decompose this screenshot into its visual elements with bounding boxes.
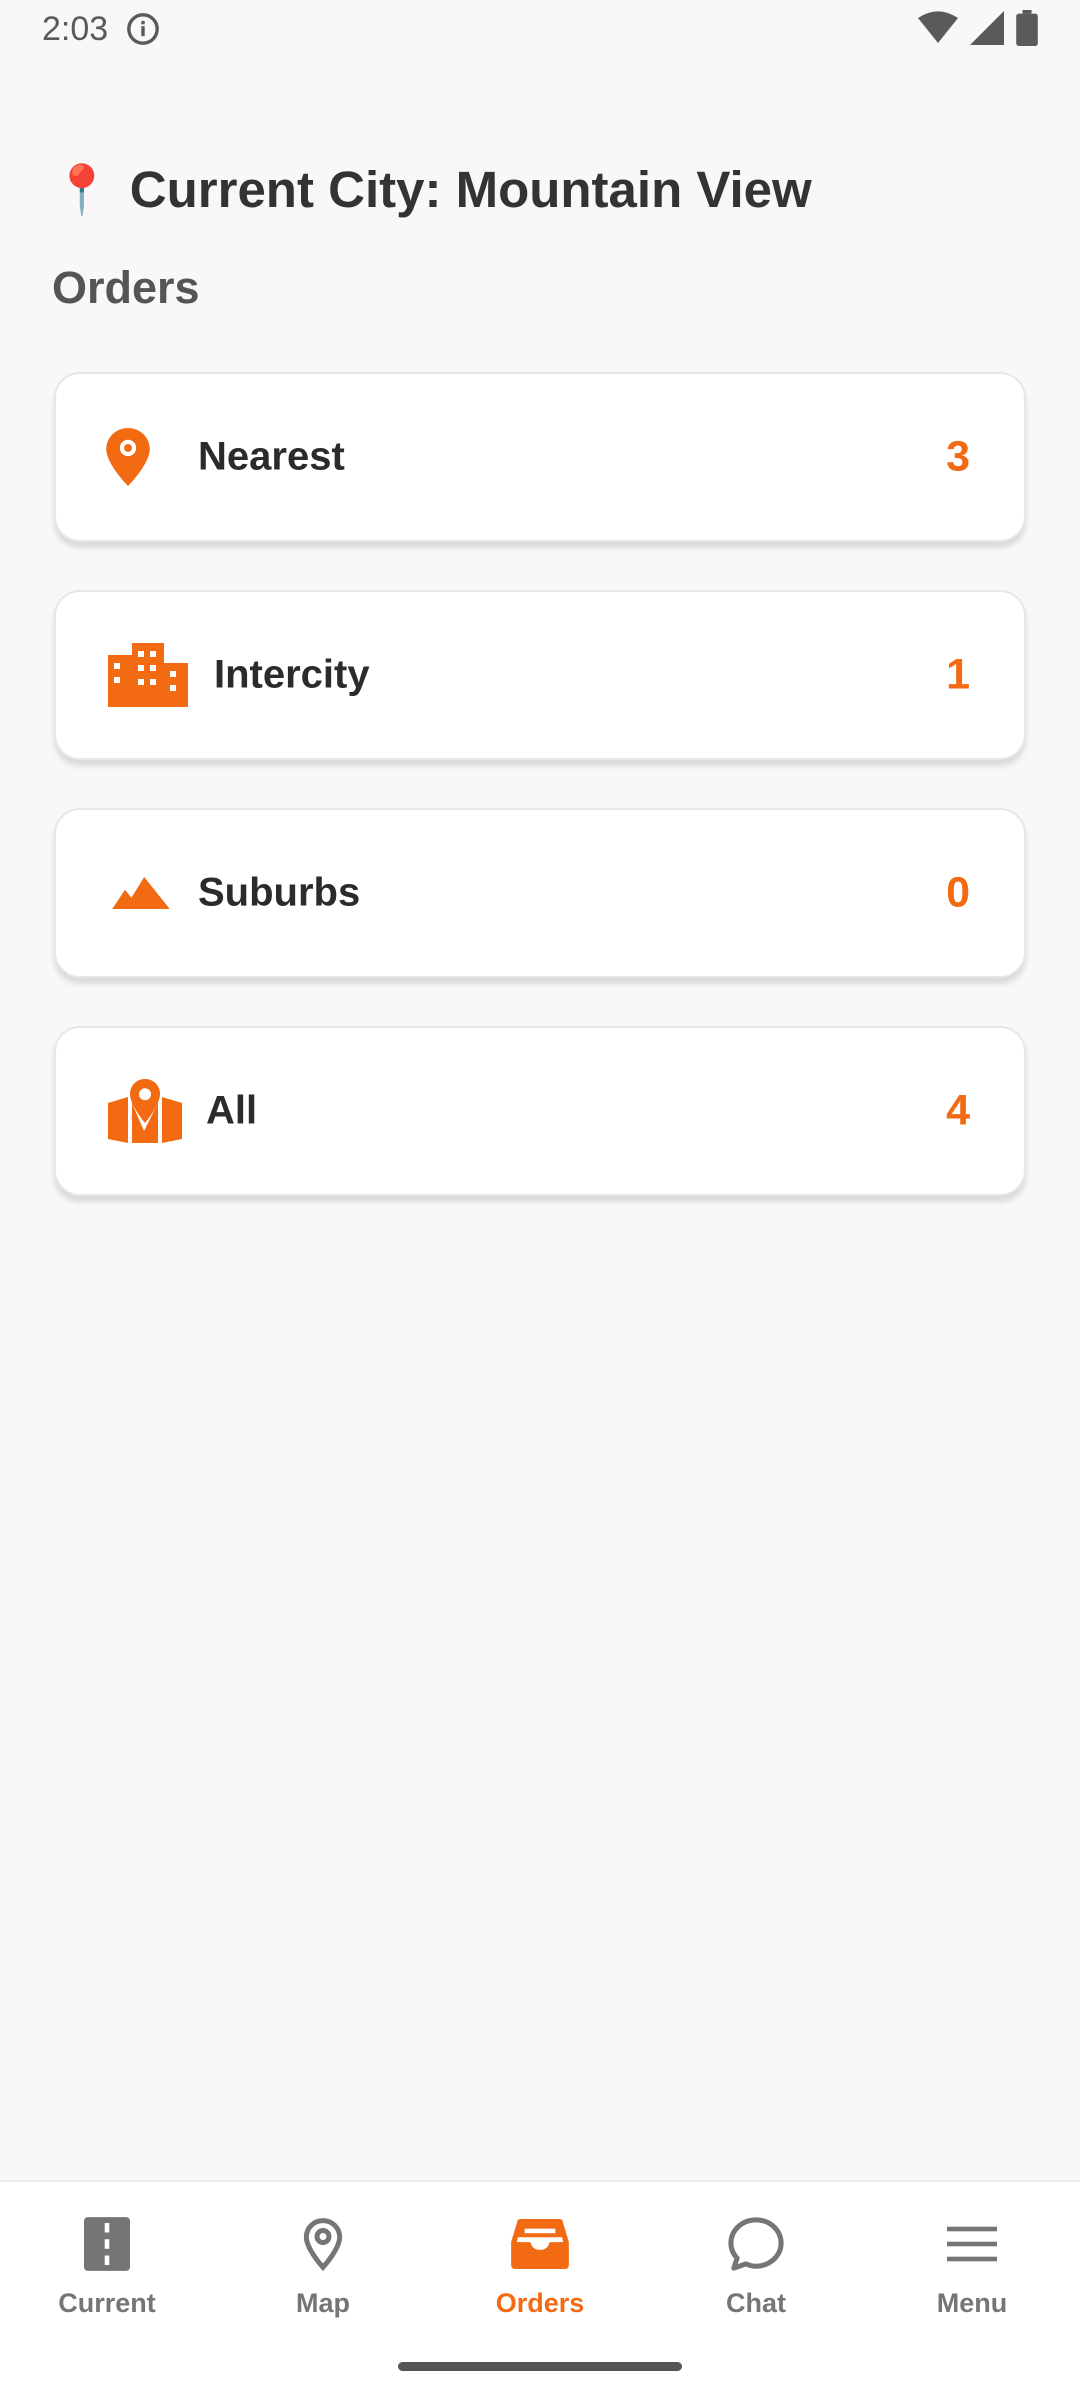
status-bar: 2:03 bbox=[0, 0, 1080, 62]
orders-heading: Orders bbox=[52, 262, 200, 313]
pushpin-icon: 📍 bbox=[52, 164, 112, 217]
road-icon bbox=[84, 2217, 130, 2271]
nav-tab-map[interactable]: Map bbox=[243, 2212, 403, 2319]
order-category-count: 1 bbox=[946, 650, 970, 699]
order-category-label: Intercity bbox=[214, 652, 370, 697]
nav-label: Orders bbox=[495, 2288, 585, 2318]
home-indicator[interactable] bbox=[398, 2362, 682, 2371]
order-category-count: 4 bbox=[946, 1086, 970, 1135]
battery-icon bbox=[1016, 10, 1038, 46]
mountains-icon bbox=[112, 877, 170, 909]
info-icon bbox=[127, 13, 159, 45]
map-pin-outline-icon bbox=[303, 2218, 343, 2271]
nav-tab-orders[interactable]: Orders bbox=[460, 2212, 620, 2319]
chat-bubble-icon bbox=[728, 2217, 784, 2271]
signal-icon bbox=[970, 11, 1004, 45]
nav-label: Menu bbox=[936, 2288, 1008, 2318]
order-categories-list: Nearest 3 Intercity 1 Suburbs 0 All 4 bbox=[54, 372, 1026, 1244]
order-category-label: Nearest bbox=[198, 434, 345, 479]
nav-label: Current bbox=[58, 2288, 156, 2318]
map-pin-icon bbox=[108, 1079, 182, 1143]
nav-tab-menu[interactable]: Menu bbox=[892, 2212, 1052, 2319]
order-category-label: All bbox=[206, 1088, 258, 1133]
order-category-intercity[interactable]: Intercity 1 bbox=[54, 590, 1026, 760]
order-category-all[interactable]: All 4 bbox=[54, 1026, 1026, 1196]
current-city-title: 📍 Current City: Mountain View bbox=[52, 160, 812, 219]
nav-tab-chat[interactable]: Chat bbox=[676, 2212, 836, 2319]
current-city-label: Current City: Mountain View bbox=[129, 161, 812, 218]
nav-label: Map bbox=[296, 2288, 350, 2318]
city-buildings-icon bbox=[108, 643, 188, 707]
inbox-tray-icon bbox=[511, 2219, 569, 2269]
hamburger-menu-icon bbox=[947, 2226, 997, 2262]
order-category-count: 0 bbox=[946, 868, 970, 917]
nav-tab-current[interactable]: Current bbox=[27, 2212, 187, 2319]
order-category-nearest[interactable]: Nearest 3 bbox=[54, 372, 1026, 542]
order-category-label: Suburbs bbox=[198, 870, 361, 915]
wifi-icon bbox=[918, 11, 958, 44]
status-time: 2:03 bbox=[42, 10, 109, 48]
order-category-count: 3 bbox=[946, 432, 970, 481]
location-pin-icon bbox=[106, 428, 150, 486]
order-category-suburbs[interactable]: Suburbs 0 bbox=[54, 808, 1026, 978]
nav-label: Chat bbox=[726, 2288, 786, 2318]
